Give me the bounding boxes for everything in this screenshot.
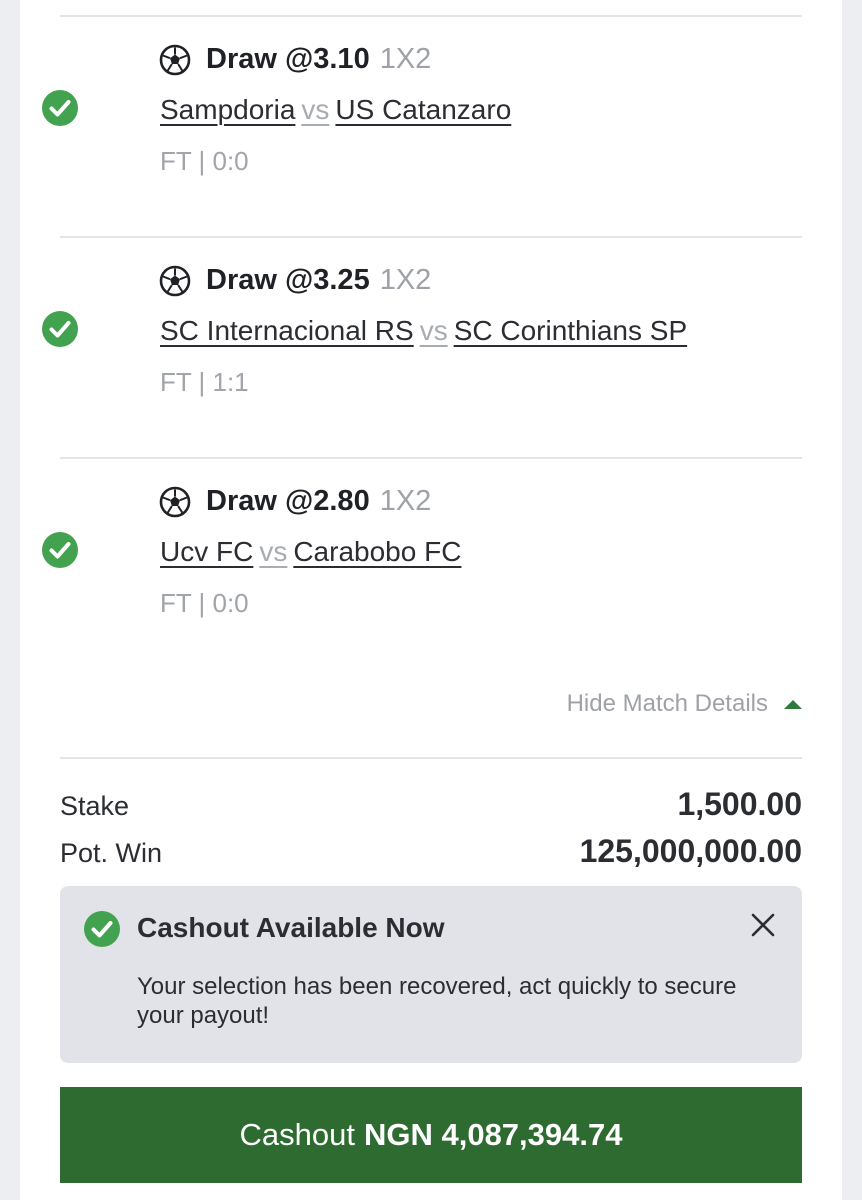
notice-message: Your selection has been recovered, act q… [137,973,737,1029]
vs-label: vs [301,94,330,125]
notice-title: Cashout Available Now [137,912,445,943]
match-teams[interactable]: Sampdoria vs US Catanzaro [160,94,511,126]
pick-label: Draw @2.80 [206,485,370,517]
home-team-link[interactable]: Sampdoria [160,94,295,125]
market-label: 1X2 [379,264,432,296]
market-label: 1X2 [379,43,432,75]
close-icon[interactable] [750,912,776,938]
selection-item: Draw @3.10 1X2 Sampdoria vs US Catanzaro FT… [0,18,862,238]
potential-win-row: Pot. Win 125,000,000.00 [60,833,802,870]
hide-match-details-toggle[interactable]: Hide Match Details [567,690,802,718]
away-team-link[interactable]: US Catanzaro [335,94,511,125]
match-teams[interactable]: Ucv FC vs Carabobo FC [160,536,461,568]
soccer-ball-icon [159,486,191,518]
market-label: 1X2 [379,485,432,517]
check-circle-icon [84,911,120,947]
check-circle-icon [42,90,78,126]
divider [60,15,802,17]
match-result: FT | 0:0 [160,588,249,618]
pick-label: Draw @3.10 [206,43,370,75]
cashout-button[interactable]: Cashout NGN 4,087,394.74 [60,1087,802,1183]
selection-pick: Draw @3.10 1X2 [206,43,431,76]
check-circle-icon [42,311,78,347]
away-team-link[interactable]: SC Corinthians SP [454,315,687,346]
divider [60,236,802,238]
divider [60,757,802,759]
soccer-ball-icon [159,44,191,76]
pick-label: Draw @3.25 [206,264,370,296]
match-result: FT | 1:1 [160,367,249,397]
cashout-label: Cashout [239,1117,355,1152]
cashout-notice: Cashout Available Now Your selection has… [60,886,802,1063]
away-team-link[interactable]: Carabobo FC [293,536,461,567]
caret-up-icon [784,699,802,709]
home-team-link[interactable]: Ucv FC [160,536,253,567]
home-team-link[interactable]: SC Internacional RS [160,315,414,346]
divider [60,457,802,459]
potential-win-value: 125,000,000.00 [579,833,802,869]
check-circle-icon [42,532,78,568]
vs-label: vs [259,536,288,567]
potential-win-label: Pot. Win [60,838,163,868]
selection-item: Draw @3.25 1X2 SC Internacional RS vs SC Co… [0,239,862,459]
match-teams[interactable]: SC Internacional RS vs SC Corinthians SP [160,315,687,347]
selection-pick: Draw @3.25 1X2 [206,264,431,297]
selection-pick: Draw @2.80 1X2 [206,485,431,518]
stake-row: Stake 1,500.00 [60,786,802,823]
soccer-ball-icon [159,265,191,297]
match-result: FT | 0:0 [160,146,249,176]
hide-match-details-label: Hide Match Details [566,690,768,717]
selection-item: Draw @2.80 1X2 Ucv FC vs Carabobo FC FT | 0… [0,460,862,680]
stake-value: 1,500.00 [677,786,802,822]
cashout-amount: NGN 4,087,394.74 [363,1117,623,1152]
stake-label: Stake [60,791,130,821]
vs-label: vs [419,315,448,346]
